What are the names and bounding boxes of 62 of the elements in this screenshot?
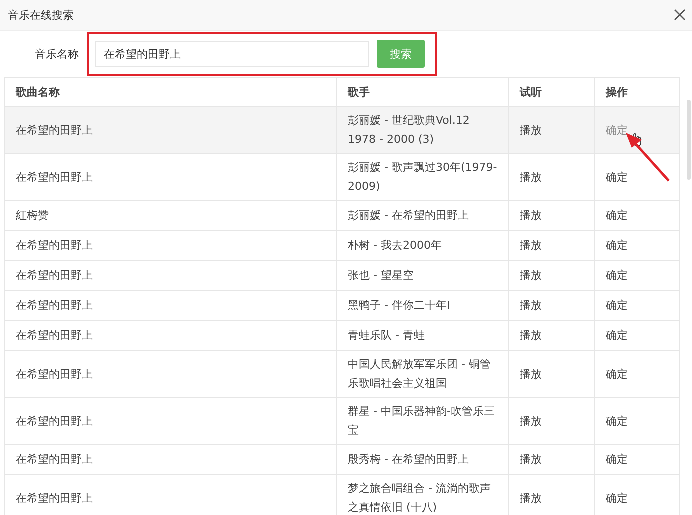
column-header: 试听 — [520, 84, 542, 100]
play-link[interactable]: 播放 — [520, 236, 542, 255]
play-link[interactable]: 播放 — [520, 120, 542, 140]
search-field[interactable]: 在希望的田野上 — [95, 41, 369, 67]
play-link[interactable]: 播放 — [520, 168, 542, 186]
confirm-link[interactable]: 确定 — [606, 236, 628, 255]
play-link[interactable]: 播放 — [520, 488, 542, 508]
play-link[interactable]: 播放 — [520, 364, 542, 384]
confirm-link[interactable]: 确定 — [606, 412, 628, 430]
song-title: 在希望的田野上 — [16, 414, 93, 430]
artist-album: 彭丽媛 - 歌声飘过30年(1979-2009) — [348, 160, 498, 195]
column-header: 歌曲名称 — [16, 84, 60, 100]
artist-album: 青蛙乐队 - 青蛙 — [348, 328, 425, 344]
confirm-link[interactable]: 确定 — [606, 168, 628, 186]
table-row[interactable]: 在希望的田野上 彭丽媛 - 世纪歌典Vol.12 1978 - 2000 (3) 播放 确定 — [5, 107, 679, 154]
play-link[interactable]: 播放 — [520, 450, 542, 469]
confirm-link[interactable]: 确定 — [606, 266, 628, 285]
artist-album: 彭丽媛 - 世纪歌典Vol.12 1978 - 2000 (3) — [348, 113, 471, 148]
table-row[interactable]: 在希望的田野上 朴树 - 我去2000年 播放 确定 — [5, 231, 679, 261]
column-header: 操作 — [606, 84, 628, 100]
table-row[interactable]: 在希望的田野上 中国人民解放军军乐团 - 铜管乐歌唱社会主义祖国 播放 确定 — [5, 351, 679, 398]
play-link[interactable]: 播放 — [520, 412, 542, 430]
confirm-link[interactable]: 确定 — [606, 326, 628, 345]
song-title: 在希望的田野上 — [16, 298, 93, 314]
table-row[interactable]: 在希望的田野上 殷秀梅 - 在希望的田野上 播放 确定 — [5, 445, 679, 475]
confirm-link[interactable]: 确定 — [606, 364, 628, 384]
artist-album: 群星 - 中国乐器神韵-吹管乐三宝 — [348, 404, 496, 439]
table-row[interactable]: 在希望的田野上 彭丽媛 - 歌声飘过30年(1979-2009) 播放 确定 — [5, 154, 679, 201]
column-header: 歌手 — [348, 84, 370, 100]
play-link[interactable]: 播放 — [520, 266, 542, 285]
song-title: 在希望的田野上 — [16, 328, 93, 344]
scrollbar[interactable] — [687, 100, 691, 180]
song-title: 在希望的田野上 — [16, 238, 93, 254]
play-link[interactable]: 播放 — [520, 326, 542, 345]
song-title: 在希望的田野上 — [16, 268, 93, 284]
artist-album: 张也 - 望星空 — [348, 268, 414, 284]
close-icon[interactable] — [674, 9, 686, 21]
artist-album: 朴树 - 我去2000年 — [348, 238, 442, 254]
table-row[interactable]: 在希望的田野上 群星 - 中国乐器神韵-吹管乐三宝 播放 确定 — [5, 398, 679, 445]
artist-album: 中国人民解放军军乐团 - 铜管乐歌唱社会主义祖国 — [348, 357, 492, 392]
confirm-link[interactable]: 确定 — [606, 450, 628, 469]
table-row[interactable]: 紅梅赞 彭丽媛 - 在希望的田野上 播放 确定 — [5, 201, 679, 231]
table-row[interactable]: 在希望的田野上 黑鸭子 - 伴你二十年Ⅰ 播放 确定 — [5, 291, 679, 321]
confirm-link[interactable]: 确定 — [606, 488, 628, 508]
artist-album: 彭丽媛 - 在希望的田野上 — [348, 208, 469, 224]
confirm-link[interactable]: 确定 — [606, 296, 628, 315]
table-row[interactable]: 在希望的田野上 青蛙乐队 - 青蛙 播放 确定 — [5, 321, 679, 351]
artist-album: 梦之旅合唱组合 - 流淌的歌声之真情依旧 (十八) — [348, 481, 492, 515]
song-title: 在希望的田野上 — [16, 452, 93, 468]
song-title: 在希望的田野上 — [16, 490, 93, 506]
song-title: 在希望的田野上 — [16, 366, 93, 382]
song-title: 紅梅赞 — [16, 208, 49, 224]
song-title: 在希望的田野上 — [16, 122, 93, 138]
artist-album: 殷秀梅 - 在希望的田野上 — [348, 452, 469, 468]
field-label: 音乐名称 — [35, 46, 79, 62]
play-link[interactable]: 播放 — [520, 296, 542, 315]
confirm-link[interactable]: 确定 — [606, 206, 628, 225]
song-title: 在希望的田野上 — [16, 170, 93, 186]
play-link[interactable]: 播放 — [520, 206, 542, 225]
table-row[interactable]: 在希望的田野上 张也 - 望星空 播放 确定 — [5, 261, 679, 291]
window-title: 音乐在线搜索 — [8, 8, 74, 22]
artist-album: 黑鸭子 - 伴你二十年Ⅰ — [348, 298, 450, 314]
